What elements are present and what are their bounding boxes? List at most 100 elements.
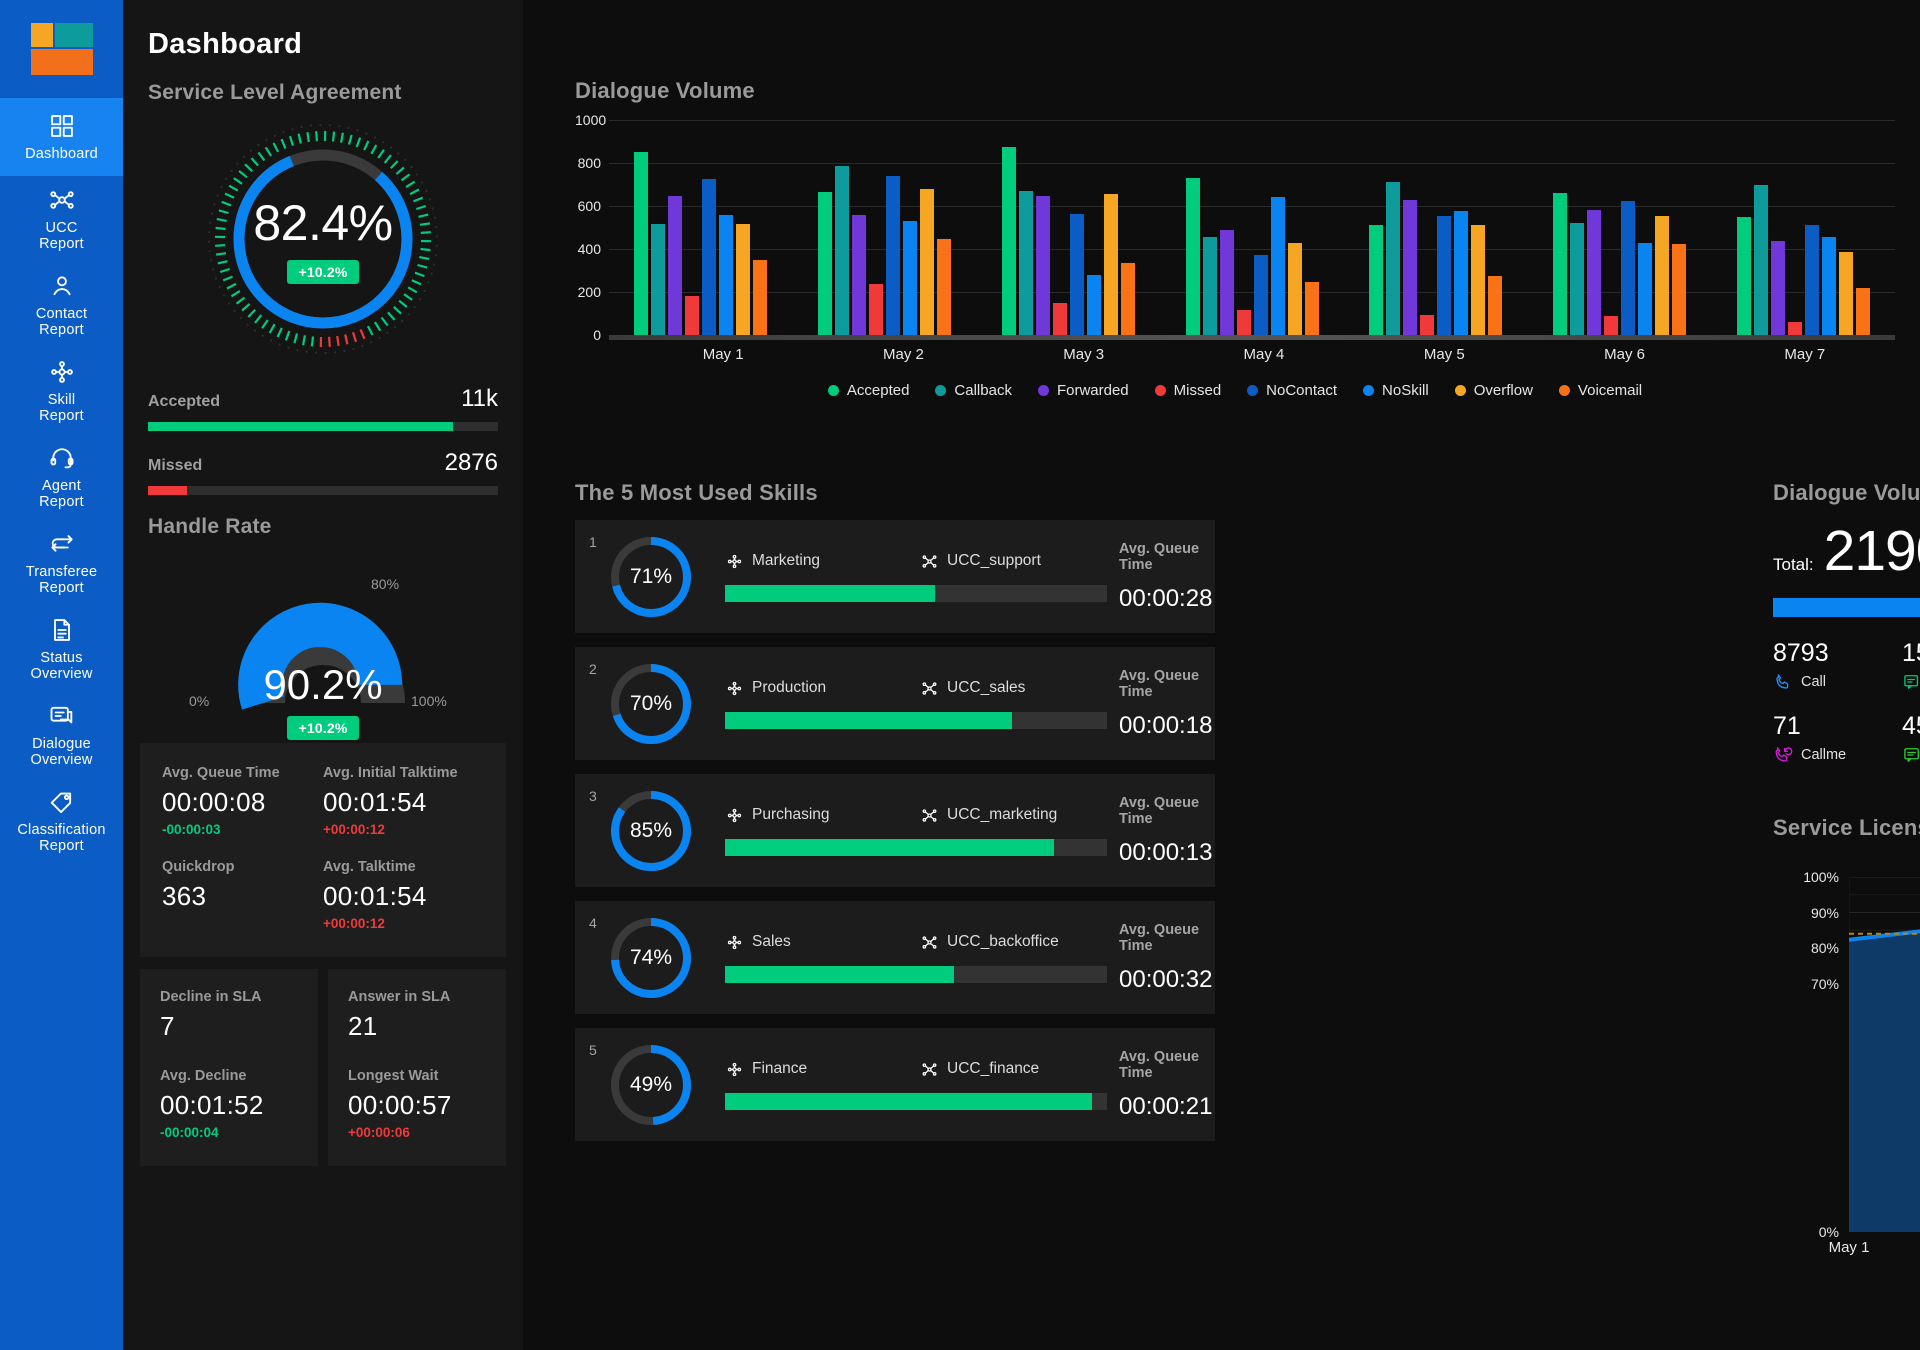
bar-accepted[interactable] xyxy=(818,192,833,335)
handle-rate-delta-badge: +10.2% xyxy=(287,716,359,740)
bar-overflow[interactable] xyxy=(1471,225,1486,335)
page-title: Dashboard xyxy=(148,28,303,60)
skill-ucc-name: UCC_backoffice xyxy=(947,933,1059,950)
bar-overflow[interactable] xyxy=(1654,215,1669,335)
bar-noskill[interactable] xyxy=(903,221,918,335)
bar-accepted[interactable] xyxy=(1369,225,1384,335)
bar-voicemail[interactable] xyxy=(753,259,768,335)
bar-callback[interactable] xyxy=(1018,190,1033,335)
bar-forwarded[interactable] xyxy=(668,196,683,335)
bar-forwarded[interactable] xyxy=(1770,241,1785,335)
bar-noskill[interactable] xyxy=(1086,274,1101,335)
skill-row[interactable]: 5 49% Finance UCC_finance Avg. Queue Time 00:… xyxy=(575,1028,1215,1141)
bar-nocontact[interactable] xyxy=(1437,215,1452,335)
ucc-network-icon xyxy=(920,933,939,952)
bar-overflow[interactable] xyxy=(1287,242,1302,335)
legend-item-voicemail[interactable]: Voicemail xyxy=(1558,382,1642,399)
sidebar-item-agent-report[interactable]: Agent Report xyxy=(0,434,123,520)
bar-noskill[interactable] xyxy=(1454,211,1469,335)
bar-missed[interactable] xyxy=(1603,315,1618,335)
bar-accepted[interactable] xyxy=(1552,193,1567,335)
skill-progress-track xyxy=(725,838,1107,856)
modality-value: 71 xyxy=(1773,712,1801,740)
skill-row[interactable]: 3 85% Purchasing UCC_marketing Avg. Queue Ti… xyxy=(575,774,1215,887)
sidebar-item-label: Transferee Report xyxy=(25,564,98,596)
skill-row[interactable]: 4 74% Sales UCC_backoffice Avg. Queue Time 00… xyxy=(575,901,1215,1014)
bar-voicemail[interactable] xyxy=(1671,243,1686,335)
bar-nocontact[interactable] xyxy=(1253,255,1268,335)
legend-item-accepted[interactable]: Accepted xyxy=(827,382,909,399)
bar-voicemail[interactable] xyxy=(1488,275,1503,335)
skill-donut: 74% xyxy=(609,916,693,1000)
bar-callback[interactable] xyxy=(1569,223,1584,335)
mini-card-answer-in-sla: Answer in SLA 21 Longest Wait 00:00:57 +00:0… xyxy=(328,969,506,1166)
sidebar-item-ucc-report[interactable]: UCC Report xyxy=(0,176,123,262)
bar-noskill[interactable] xyxy=(719,214,734,335)
bar-noskill[interactable] xyxy=(1270,197,1285,335)
sidebar-item-classification-report[interactable]: Classification Report xyxy=(0,778,123,864)
bar-missed[interactable] xyxy=(1787,322,1802,335)
legend-item-nocontact[interactable]: NoContact xyxy=(1247,382,1337,399)
bar-voicemail[interactable] xyxy=(1120,262,1135,335)
sidebar-item-label: Skill Report xyxy=(39,392,84,424)
bar-forwarded[interactable] xyxy=(1035,196,1050,335)
sidebar-item-dashboard[interactable]: Dashboard xyxy=(0,98,123,176)
sidebar-item-contact-report[interactable]: Contact Report xyxy=(0,262,123,348)
skill-rank: 4 xyxy=(589,915,597,931)
kpi-label: Quickdrop xyxy=(162,859,235,875)
bar-accepted[interactable] xyxy=(1001,146,1016,335)
bar-forwarded[interactable] xyxy=(1403,199,1418,335)
bar-forwarded[interactable] xyxy=(852,214,867,335)
sidebar-item-status-overview[interactable]: Status Overview xyxy=(0,606,123,692)
skill-row[interactable]: 2 70% Production UCC_sales Avg. Queue Time 00… xyxy=(575,647,1215,760)
bar-accepted[interactable] xyxy=(634,152,649,335)
bar-missed[interactable] xyxy=(869,284,884,335)
bar-missed[interactable] xyxy=(1420,314,1435,335)
bar-noskill[interactable] xyxy=(1637,242,1652,335)
dialogue-volume-by-modality-panel: Dialogue Volume by Modality Total: 21901… xyxy=(1773,480,1920,765)
bar-missed[interactable] xyxy=(1236,310,1251,335)
bar-callback[interactable] xyxy=(1753,184,1768,335)
kpi-delta: -00:00:03 xyxy=(162,822,221,837)
skill-row[interactable]: 1 71% Marketing UCC_support Avg. Queue Time 0… xyxy=(575,520,1215,633)
bar-nocontact[interactable] xyxy=(1069,213,1084,335)
bar-callback[interactable] xyxy=(651,224,666,335)
bar-overflow[interactable] xyxy=(1103,194,1118,335)
y-axis-tick: 0 xyxy=(593,327,601,343)
bar-callback[interactable] xyxy=(835,166,850,335)
bar-voicemail[interactable] xyxy=(1304,282,1319,335)
sidebar-item-label: Status Overview xyxy=(30,650,93,682)
legend-item-missed[interactable]: Missed xyxy=(1154,382,1221,399)
bar-voicemail[interactable] xyxy=(1855,287,1870,335)
bar-voicemail[interactable] xyxy=(937,239,952,335)
bar-callback[interactable] xyxy=(1386,182,1401,335)
bar-overflow[interactable] xyxy=(920,188,935,335)
bar-accepted[interactable] xyxy=(1185,178,1200,335)
sidebar-item-skill-report[interactable]: Skill Report xyxy=(0,348,123,434)
modality-item-text: 452Text xyxy=(1902,712,1920,765)
skill-progress-track xyxy=(725,584,1107,602)
bar-noskill[interactable] xyxy=(1821,237,1836,335)
sidebar-item-dialogue-overview[interactable]: Dialogue Overview xyxy=(0,692,123,778)
mini-card-value: 21 xyxy=(348,1011,378,1041)
sidebar-item-transferee-report[interactable]: Transferee Report xyxy=(0,520,123,606)
bar-callback[interactable] xyxy=(1202,237,1217,335)
legend-item-callback[interactable]: Callback xyxy=(935,382,1012,399)
bar-nocontact[interactable] xyxy=(1620,200,1635,335)
legend-item-noskill[interactable]: NoSkill xyxy=(1363,382,1429,399)
bar-forwarded[interactable] xyxy=(1586,210,1601,335)
bar-forwarded[interactable] xyxy=(1219,229,1234,335)
bar-missed[interactable] xyxy=(1052,302,1067,335)
bar-nocontact[interactable] xyxy=(1804,225,1819,335)
bar-missed[interactable] xyxy=(685,296,700,335)
bar-overflow[interactable] xyxy=(1838,252,1853,335)
legend-item-forwarded[interactable]: Forwarded xyxy=(1037,382,1129,399)
bar-overflow[interactable] xyxy=(736,224,751,335)
bar-nocontact[interactable] xyxy=(886,175,901,335)
bar-nocontact[interactable] xyxy=(702,179,717,335)
x-axis-tick: May 1 xyxy=(1828,1239,1870,1256)
skill-nodes-icon xyxy=(725,933,744,952)
legend-item-overflow[interactable]: Overflow xyxy=(1454,382,1533,399)
bar-accepted[interactable] xyxy=(1736,216,1751,335)
skill-nodes-icon xyxy=(48,358,76,386)
